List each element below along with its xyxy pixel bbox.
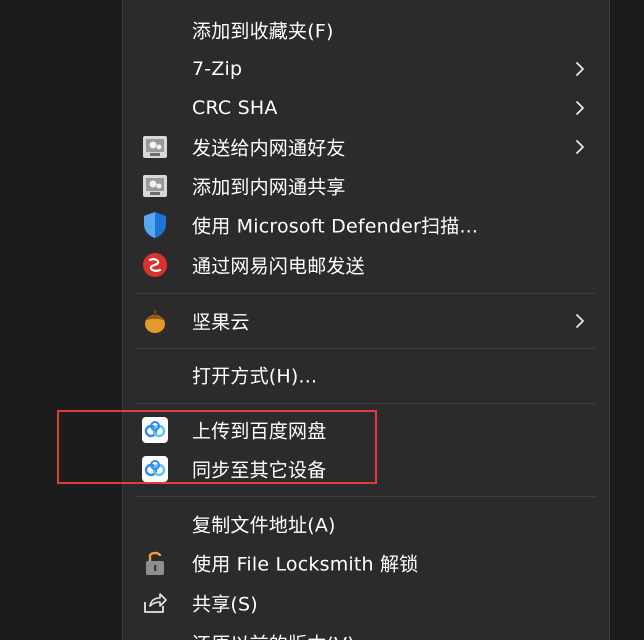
menu-item-crc-sha[interactable]: CRC SHA <box>123 89 609 127</box>
menu-item-jianguoyun[interactable]: 坚果云 <box>123 302 609 340</box>
context-menu: 添加到收藏夹(F) 7-Zip CRC SHA 发送给内网通好友 添加到内网通共… <box>122 0 610 640</box>
menu-item-label: 打开方式(H)... <box>192 365 318 388</box>
menu-item-open-with[interactable]: 打开方式(H)... <box>123 356 609 394</box>
menu-separator <box>135 403 595 404</box>
screen: 添加到收藏夹(F) 7-Zip CRC SHA 发送给内网通好友 添加到内网通共… <box>0 0 644 640</box>
menu-item-label: 复制文件地址(A) <box>192 514 336 537</box>
menu-item-send-lan-friend[interactable]: 发送给内网通好友 <box>123 128 609 166</box>
chevron-right-icon <box>576 101 584 115</box>
menu-item-file-locksmith[interactable]: 使用 File Locksmith 解锁 <box>123 544 609 582</box>
share-icon <box>140 588 170 618</box>
menu-item-label: 坚果云 <box>192 311 250 334</box>
menu-item-restore-previous[interactable]: 还原以前的版本(V) <box>123 624 609 640</box>
menu-item-netease-send[interactable]: 通过网易闪电邮发送 <box>123 246 609 284</box>
lan-share-icon <box>140 171 170 201</box>
menu-item-label: 7-Zip <box>192 58 243 80</box>
menu-item-7zip[interactable]: 7-Zip <box>123 50 609 88</box>
menu-item-label: 添加到内网通共享 <box>192 176 346 199</box>
lan-share-icon <box>140 132 170 162</box>
menu-item-label: CRC SHA <box>192 97 278 119</box>
netease-mail-icon <box>140 250 170 280</box>
menu-item-label: 添加到收藏夹(F) <box>192 20 334 43</box>
annotation-highlight-box <box>57 410 377 484</box>
menu-separator <box>135 293 595 294</box>
chevron-right-icon <box>576 62 584 76</box>
nut-icon <box>140 306 170 336</box>
menu-item-label: 通过网易闪电邮发送 <box>192 255 365 278</box>
menu-item-label: 共享(S) <box>192 593 258 616</box>
unlock-icon <box>140 548 170 578</box>
menu-item-defender-scan[interactable]: 使用 Microsoft Defender扫描... <box>123 206 609 244</box>
menu-item-label: 使用 Microsoft Defender扫描... <box>192 215 479 238</box>
menu-item-copy-path[interactable]: 复制文件地址(A) <box>123 505 609 543</box>
chevron-right-icon <box>576 140 584 154</box>
menu-item-share[interactable]: 共享(S) <box>123 584 609 622</box>
shield-icon <box>140 210 170 240</box>
menu-item-label: 发送给内网通好友 <box>192 137 346 160</box>
menu-separator <box>135 348 595 349</box>
chevron-right-icon <box>576 314 584 328</box>
menu-item-label: 使用 File Locksmith 解锁 <box>192 553 419 576</box>
menu-item-add-lan-share[interactable]: 添加到内网通共享 <box>123 167 609 205</box>
menu-item-add-to-favorites[interactable]: 添加到收藏夹(F) <box>123 11 609 49</box>
menu-separator <box>135 496 595 497</box>
menu-item-label: 还原以前的版本(V) <box>192 630 355 640</box>
